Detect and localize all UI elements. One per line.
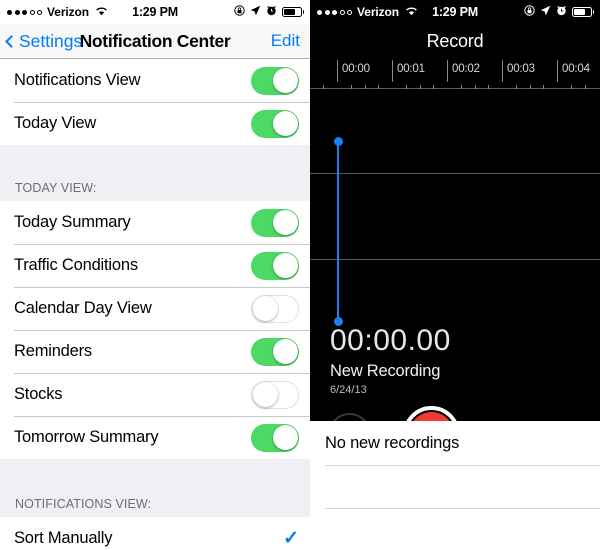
settings-group-notifications-view: Sort Manually ✓ <box>0 517 310 550</box>
recorder-area: 00:00 00:01 00:02 00:03 00:04 00:00.00 N… <box>310 58 600 463</box>
settings-group-main: Notifications View Today View <box>0 59 310 145</box>
toggle-calendar-day-view[interactable] <box>251 294 299 323</box>
recordings-empty-label: No new recordings <box>325 433 460 452</box>
row-label: Today Summary <box>14 213 131 231</box>
settings-group-today-view: Today Summary Traffic Conditions Calenda… <box>0 201 310 459</box>
row-label: Tomorrow Summary <box>14 428 159 446</box>
settings-row-notifications-view[interactable]: Notifications View <box>0 59 310 102</box>
recording-date: 6/24/13 <box>330 384 367 396</box>
recording-timer: 00:00.00 <box>330 324 451 357</box>
toggle-knob <box>252 381 278 407</box>
settings-row-traffic-conditions[interactable]: Traffic Conditions <box>0 244 310 287</box>
recordings-empty-row: No new recordings <box>310 421 600 465</box>
checkmark-icon: ✓ <box>283 528 299 549</box>
settings-row-today-view[interactable]: Today View <box>0 102 310 145</box>
status-bar-time: 1:29 PM <box>132 5 178 19</box>
row-label: Reminders <box>14 342 92 360</box>
toggle-knob <box>272 210 298 235</box>
toggle-reminders[interactable] <box>251 337 299 366</box>
status-bar-right: Verizon 1:29 PM <box>310 0 600 24</box>
record-page-title: Record <box>426 30 484 51</box>
edit-button[interactable]: Edit <box>271 31 310 51</box>
waveform-divider-top <box>310 173 600 174</box>
waveform-area[interactable] <box>310 97 600 265</box>
row-label: Sort Manually <box>14 529 113 547</box>
ruler-label-1: 00:01 <box>397 63 425 75</box>
recordings-placeholder-row <box>310 508 600 550</box>
toggle-knob <box>272 425 298 450</box>
settings-row-sort-manually[interactable]: Sort Manually ✓ <box>0 517 310 550</box>
recording-info: 00:00.00 New Recording 6/24/13 <box>330 324 451 397</box>
section-header-today-view: TODAY VIEW: <box>0 145 310 201</box>
status-bar-time: 1:29 PM <box>432 5 478 19</box>
settings-row-today-summary[interactable]: Today Summary <box>0 201 310 244</box>
voice-memo-panel: Verizon 1:29 PM Record 00:00 00:01 00:02… <box>310 0 600 550</box>
recordings-placeholder-row <box>310 465 600 508</box>
toggle-notifications-view[interactable] <box>251 66 299 95</box>
back-button-label: Settings <box>19 30 83 51</box>
toggle-today-view[interactable] <box>251 109 299 138</box>
recording-name: New Recording <box>330 362 441 380</box>
toggle-knob <box>272 111 298 136</box>
row-label: Stocks <box>14 385 63 403</box>
row-label: Calendar Day View <box>14 299 152 317</box>
row-label: Notifications View <box>14 71 141 89</box>
playhead-line <box>337 138 339 321</box>
toggle-knob <box>272 68 298 93</box>
section-header-notifications-view: NOTIFICATIONS VIEW: <box>0 459 310 517</box>
recordings-list: No new recordings <box>310 421 600 550</box>
toggle-traffic-conditions[interactable] <box>251 251 299 280</box>
toggle-tomorrow-summary[interactable] <box>251 423 299 452</box>
record-navigation-bar: Record <box>310 24 600 58</box>
ruler-label-3: 00:03 <box>507 63 535 75</box>
row-label: Traffic Conditions <box>14 256 138 274</box>
toggle-knob <box>272 339 298 364</box>
split-screenshot: Verizon 1:29 PM Settings Notification Ce… <box>0 0 600 550</box>
toggle-stocks[interactable] <box>251 380 299 409</box>
settings-panel: Verizon 1:29 PM Settings Notification Ce… <box>0 0 310 550</box>
navigation-bar: Settings Notification Center Edit <box>0 24 310 59</box>
row-label: Today View <box>14 114 97 132</box>
settings-row-calendar-day-view[interactable]: Calendar Day View <box>0 287 310 330</box>
timeline-ruler[interactable]: 00:00 00:01 00:02 00:03 00:04 <box>310 58 600 97</box>
settings-row-stocks[interactable]: Stocks <box>0 373 310 416</box>
ruler-baseline <box>310 88 600 89</box>
status-bar-left: Verizon 1:29 PM <box>0 0 310 24</box>
playhead-handle-top[interactable] <box>333 137 343 146</box>
settings-row-reminders[interactable]: Reminders <box>0 330 310 373</box>
settings-row-tomorrow-summary[interactable]: Tomorrow Summary <box>0 416 310 459</box>
settings-table: Notifications View Today View TODAY VIEW… <box>0 59 310 550</box>
toggle-today-summary[interactable] <box>251 208 299 237</box>
ruler-label-2: 00:02 <box>452 63 480 75</box>
toggle-knob <box>272 253 298 278</box>
waveform-divider-bottom <box>310 259 600 260</box>
back-button[interactable]: Settings <box>0 31 82 52</box>
ruler-label-0: 00:00 <box>342 63 370 75</box>
chevron-left-icon <box>5 34 18 48</box>
ruler-label-4: 00:04 <box>562 63 590 75</box>
toggle-knob <box>252 295 278 321</box>
